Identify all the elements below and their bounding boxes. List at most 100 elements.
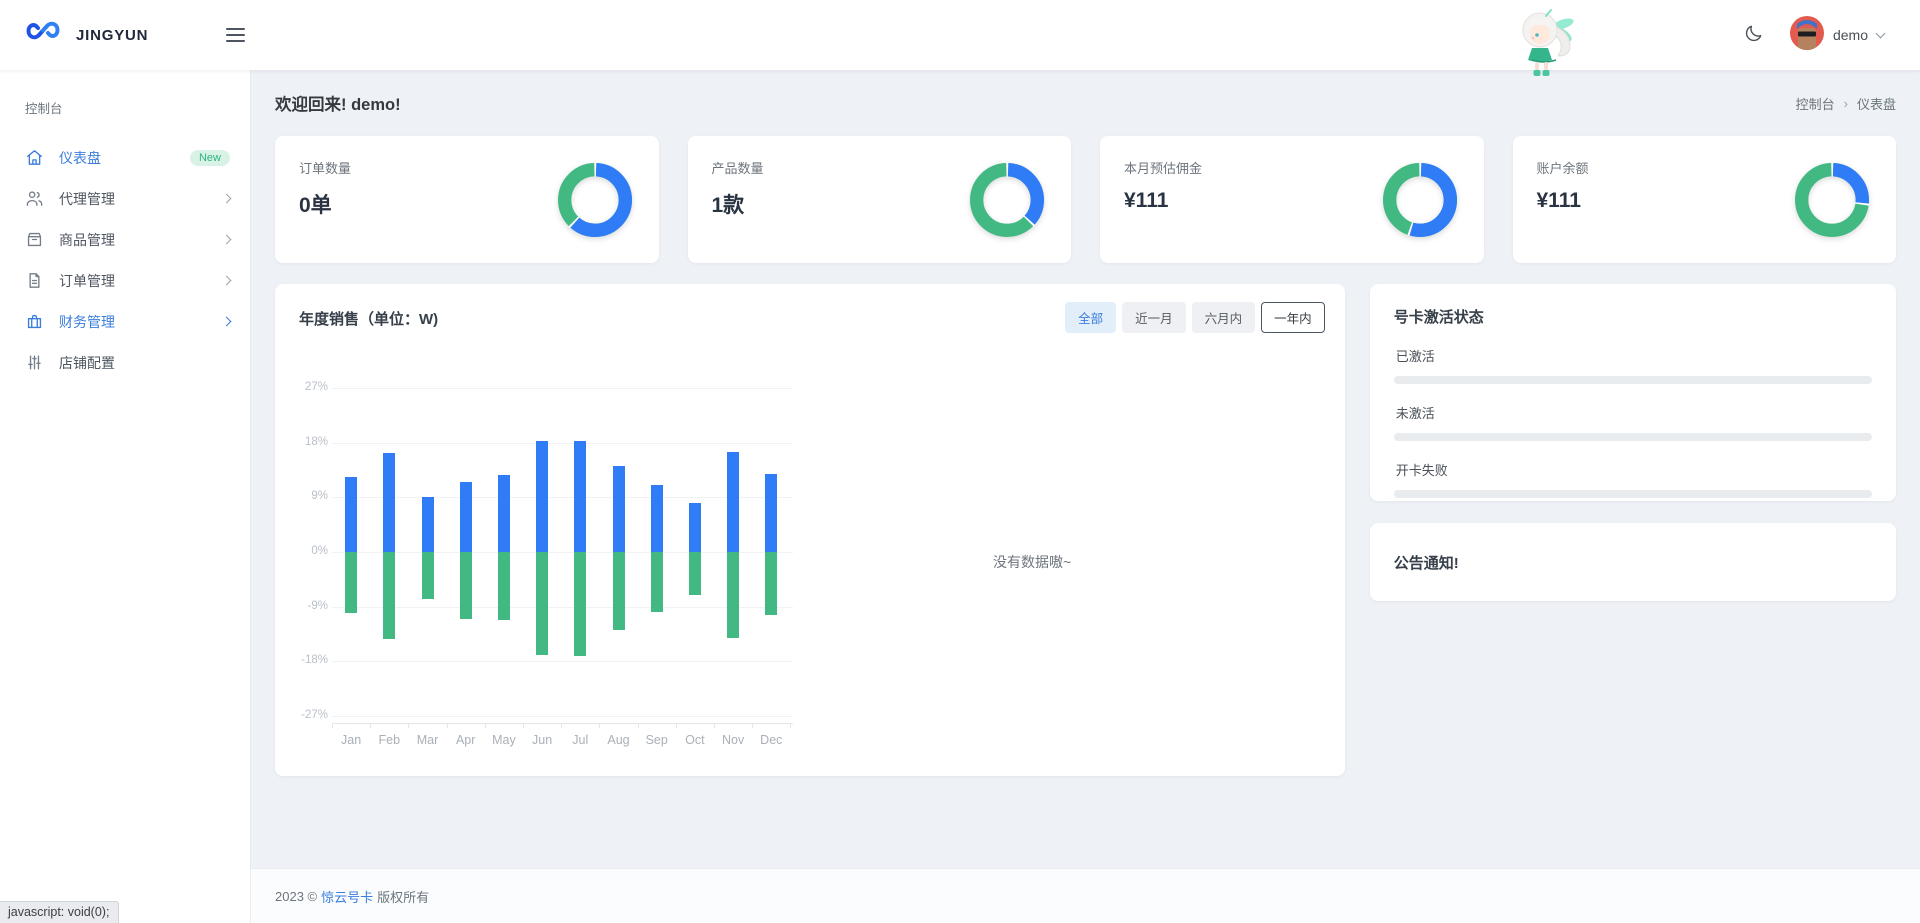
x-axis-tick <box>714 723 715 728</box>
x-tick-label: Jan <box>331 733 371 747</box>
app-header: JINGYUN <box>0 0 1920 70</box>
sidebar-item-label: 财务管理 <box>59 312 115 332</box>
stat-card-2: 本月预估佣金 ¥111 <box>1100 136 1484 263</box>
bar-negative <box>498 552 510 620</box>
breadcrumb: 控制台 › 仪表盘 <box>1796 94 1896 113</box>
x-tick-label: Jul <box>560 733 600 747</box>
x-axis-tick <box>370 723 371 728</box>
activation-list: 已激活未激活开卡失败 <box>1394 346 1872 498</box>
donut-chart <box>967 160 1047 240</box>
stat-label: 本月预估佣金 <box>1124 158 1202 177</box>
sidebar-item-shop-config[interactable]: 店铺配置 <box>0 342 250 383</box>
user-name: demo <box>1833 27 1868 43</box>
stat-label: 订单数量 <box>299 158 351 177</box>
chevron-right-icon <box>222 317 232 327</box>
brand[interactable]: JINGYUN <box>0 20 226 51</box>
stat-value: 0单 <box>299 189 351 219</box>
bar-positive <box>765 474 777 552</box>
jingyun-logo-icon <box>26 20 68 51</box>
bar-positive <box>727 452 739 552</box>
annual-sales-card: 年度销售（单位：W) 全部近一月六月内一年内 27%18%9%0%-9%-18%… <box>275 284 1345 776</box>
notice-card-title: 公告通知! <box>1394 552 1459 573</box>
stat-label: 产品数量 <box>712 158 764 177</box>
chevron-down-icon <box>1876 28 1886 38</box>
gridline <box>332 443 793 444</box>
x-tick-label: Nov <box>713 733 753 747</box>
page-title: 欢迎回来! demo! <box>275 91 401 115</box>
x-axis-tick <box>485 723 486 728</box>
bar-positive <box>422 497 434 552</box>
status-url-tooltip: javascript: void(0); <box>0 901 119 923</box>
store-icon <box>25 230 44 249</box>
x-tick-label: Sep <box>637 733 677 747</box>
progress-group: 未激活 <box>1394 403 1872 441</box>
filter-six-months[interactable]: 六月内 <box>1192 302 1256 333</box>
bar-negative <box>345 552 357 613</box>
moon-icon <box>1743 23 1764 47</box>
stat-value: ¥111 <box>1537 189 1589 213</box>
home-icon <box>25 148 44 167</box>
bar-positive <box>460 482 472 552</box>
gridline <box>332 552 793 553</box>
file-icon <box>25 271 44 290</box>
x-axis-tick <box>332 723 333 728</box>
sidebar-item-products[interactable]: 商品管理 <box>0 219 250 260</box>
x-axis-tick <box>599 723 600 728</box>
x-tick-label: Dec <box>751 733 791 747</box>
stat-info: 订单数量 0单 <box>299 158 351 219</box>
sidebar-item-dashboard[interactable]: 仪表盘New <box>0 137 250 178</box>
y-tick-label: 18% <box>291 436 328 448</box>
x-tick-label: May <box>484 733 524 747</box>
x-tick-label: Apr <box>446 733 486 747</box>
users-icon <box>25 189 44 208</box>
card-notice: 公告通知! <box>1370 523 1896 601</box>
bar-negative <box>727 552 739 638</box>
mascot-image <box>1506 4 1590 80</box>
footer: 2023 © 惊云号卡 版权所有 <box>251 868 1920 923</box>
user-menu[interactable]: demo <box>1790 16 1884 55</box>
progress-track <box>1394 490 1872 498</box>
progress-track <box>1394 376 1872 384</box>
filter-one-year[interactable]: 一年内 <box>1261 302 1325 333</box>
stats-row: 订单数量0单产品数量1款本月预估佣金¥111账户余额¥111 <box>275 136 1896 263</box>
bar-negative <box>613 552 625 630</box>
dark-mode-toggle[interactable] <box>1743 23 1764 47</box>
x-axis-line <box>332 723 793 724</box>
menu-toggle-button[interactable] <box>226 24 252 46</box>
sidebar: 控制台 仪表盘New代理管理商品管理订单管理财务管理店铺配置 <box>0 70 251 923</box>
bar-negative <box>574 552 586 656</box>
gridline <box>332 388 793 389</box>
app-root: JINGYUN <box>0 0 1920 923</box>
stat-value: ¥111 <box>1124 189 1202 213</box>
sidebar-item-label: 订单管理 <box>59 271 115 291</box>
stat-card-1: 产品数量1款 <box>688 136 1072 263</box>
x-axis-tick <box>561 723 562 728</box>
footer-copyright: 2023 © <box>275 889 317 904</box>
stat-card-0: 订单数量 0单 <box>275 136 659 263</box>
bar-positive <box>536 441 548 552</box>
no-data-text: 没有数据嗷~ <box>993 552 1071 572</box>
sidebar-item-agents[interactable]: 代理管理 <box>0 178 250 219</box>
bar-negative <box>651 552 663 612</box>
filter-all[interactable]: 全部 <box>1065 302 1116 333</box>
y-tick-label: -18% <box>291 654 328 666</box>
x-tick-label: Oct <box>675 733 715 747</box>
annual-sales-bar-chart: 27%18%9%0%-9%-18%-27%JanFebMarAprMayJunJ… <box>305 380 850 765</box>
bar-negative <box>536 552 548 655</box>
breadcrumb-item-console[interactable]: 控制台 <box>1796 94 1835 113</box>
sliders-icon <box>25 353 44 372</box>
progress-label: 开卡失败 <box>1396 460 1872 479</box>
brand-name: JINGYUN <box>76 27 148 44</box>
sidebar-item-finance[interactable]: 财务管理 <box>0 301 250 342</box>
x-axis-tick <box>790 723 791 728</box>
sidebar-item-label: 代理管理 <box>59 189 115 209</box>
bar-negative <box>765 552 777 615</box>
main-content: 欢迎回来! demo! 控制台 › 仪表盘 订单数量0单产品数量1款本月预估佣金… <box>251 70 1920 923</box>
x-axis-tick <box>408 723 409 728</box>
avatar <box>1790 16 1824 55</box>
footer-brand-link[interactable]: 惊云号卡 <box>321 887 373 906</box>
footer-rights: 版权所有 <box>377 887 429 906</box>
filter-last-month[interactable]: 近一月 <box>1122 302 1186 333</box>
sidebar-item-orders[interactable]: 订单管理 <box>0 260 250 301</box>
activation-card-title: 号卡激活状态 <box>1394 306 1872 327</box>
